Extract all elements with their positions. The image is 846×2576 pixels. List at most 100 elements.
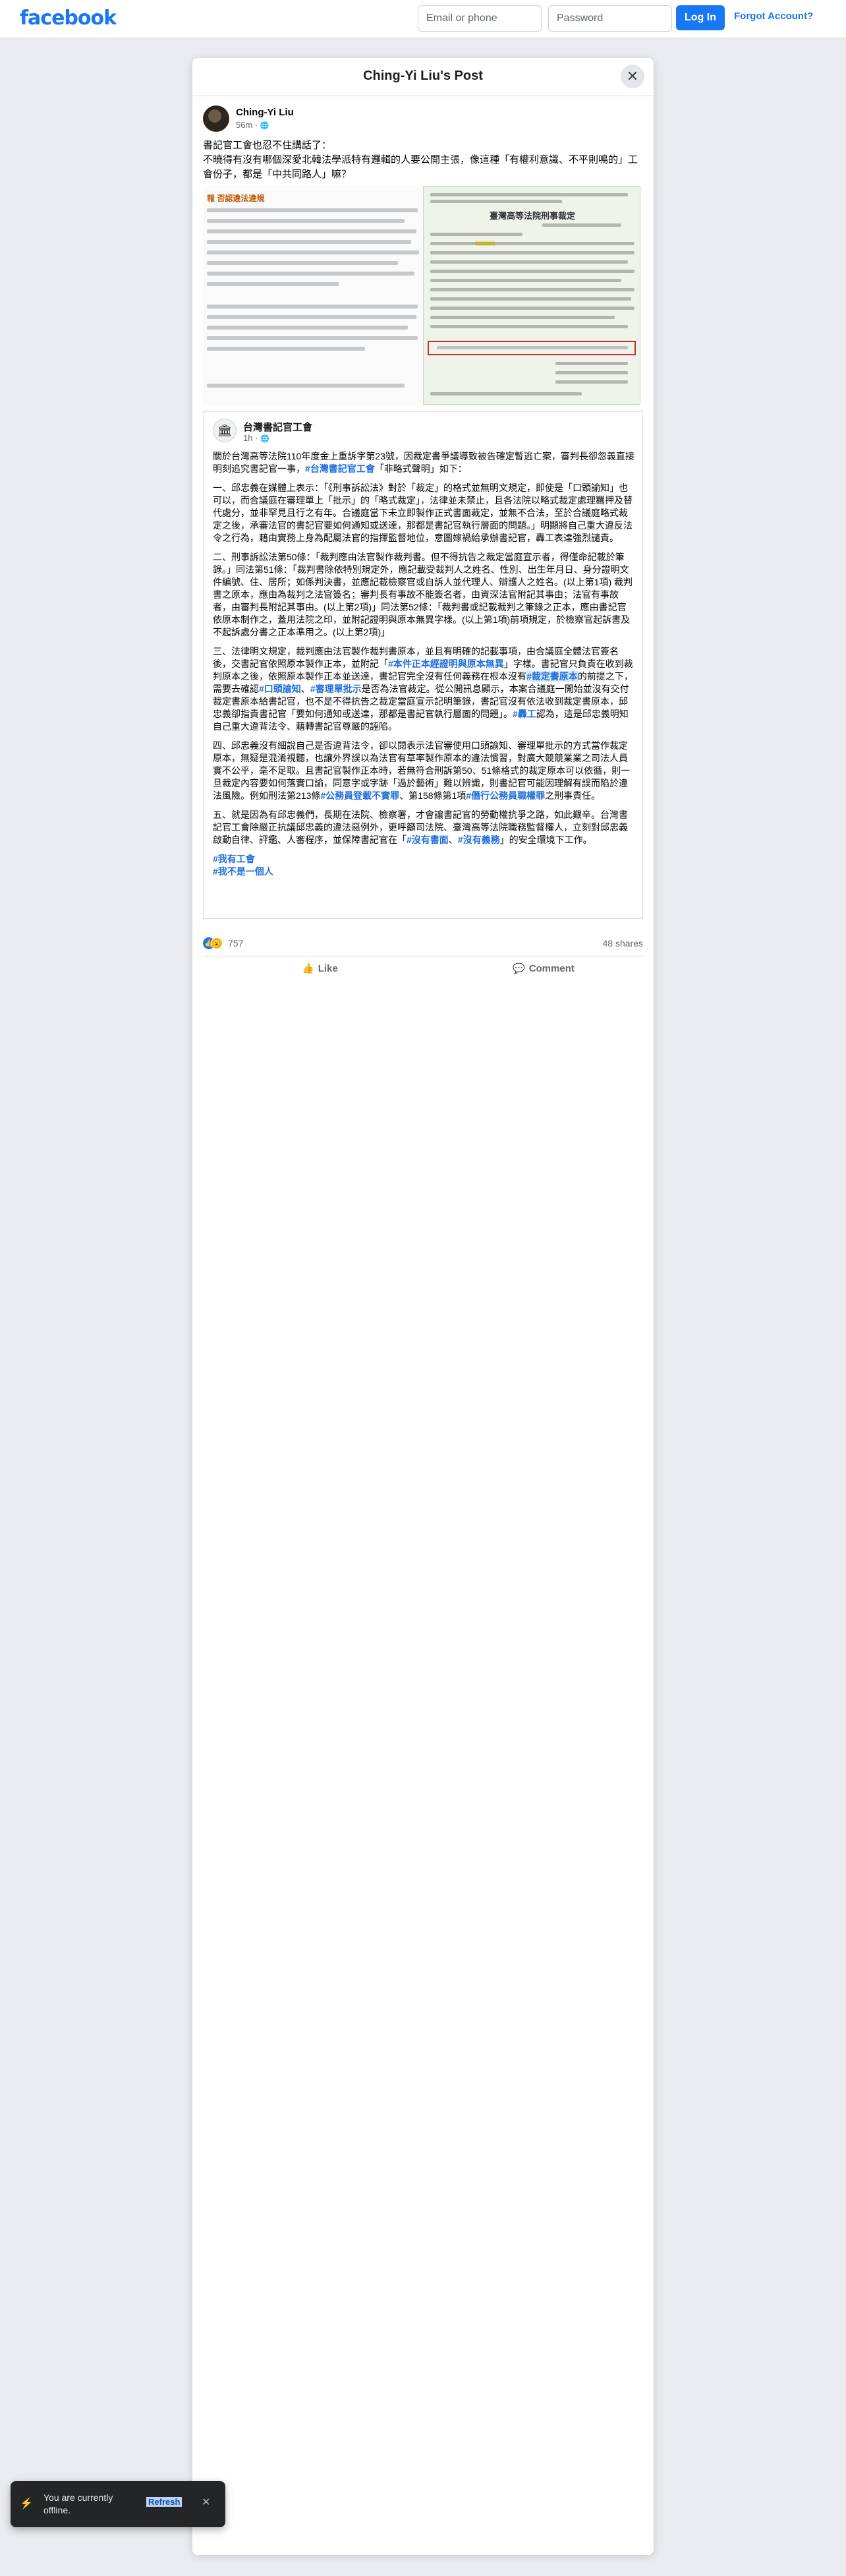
text: 、	[448, 834, 458, 845]
top-navigation-bar: facebook Email or phone Password Log In …	[0, 0, 846, 38]
post-action-bar: 👍 Like 💬 Comment	[203, 956, 643, 981]
news-article-screenshot: 報 否認違法違規	[203, 186, 427, 405]
text-line	[430, 233, 522, 236]
hashtag-link[interactable]: #台灣書記官工會	[305, 463, 375, 474]
globe-icon: 🌐	[260, 122, 269, 130]
shared-timestamp[interactable]: 1h · 🌐	[243, 433, 269, 443]
post-dialog: Ching-Yi Liu's Post ✕ Ching-Yi Liu 56m ·…	[192, 58, 654, 2555]
text-line	[555, 362, 628, 365]
text-line	[430, 193, 628, 196]
hashtag-link[interactable]: #審理單批示	[310, 684, 362, 694]
hashtag-link[interactable]: #轟工	[513, 709, 536, 719]
hashtag-link[interactable]: #本件正本經證明與原本無異	[388, 659, 504, 669]
offline-toast: ⚡ You are currently offline. Refresh ✕	[11, 2481, 225, 2527]
text-line	[430, 200, 562, 203]
text: 之刑事責任。	[545, 790, 601, 801]
close-icon[interactable]: ✕	[202, 2496, 210, 2509]
globe-icon: 🌐	[260, 435, 269, 443]
shared-post[interactable]: 🏛 台灣書記官工會 1h · 🌐 關於台灣高等法院110年度金上重訴字第23號，…	[203, 411, 643, 919]
text-line	[207, 305, 418, 308]
close-icon[interactable]: ✕	[621, 65, 644, 88]
hashtag-link[interactable]: #口頭諭知	[259, 684, 301, 694]
text: 「非略式聲明」如下：	[374, 463, 467, 474]
text-line	[207, 240, 411, 244]
text-line	[207, 336, 418, 340]
like-button[interactable]: 👍 Like	[302, 960, 338, 978]
hashtag-link[interactable]: #沒有書面	[407, 834, 449, 845]
hashtag-link[interactable]: #裁定書原本	[526, 671, 578, 682]
hashtag-link[interactable]: #公務員登載不實罪	[320, 790, 399, 801]
wifi-off-icon: ⚡	[20, 2498, 33, 2509]
text-line	[207, 219, 405, 223]
post-timestamp[interactable]: 56m · 🌐	[236, 120, 269, 130]
thumbs-up-icon: 👍	[302, 963, 314, 974]
hashtag-link[interactable]: #我有工會	[213, 853, 634, 865]
shared-author-name[interactable]: 台灣書記官工會	[243, 420, 312, 434]
reactions-summary[interactable]: 👍 😮 757 48 shares	[203, 936, 643, 952]
text: 、第158條第1項	[399, 790, 466, 801]
text-line	[207, 384, 405, 388]
text-line	[430, 316, 615, 319]
post-dialog-title: Ching-Yi Liu's Post	[363, 69, 483, 83]
article-heading: 報 否認違法違規	[207, 194, 265, 203]
login-button[interactable]: Log In	[676, 5, 725, 30]
footer-hashtags: #我有工會 #我不是一個人	[213, 853, 634, 878]
comment-icon: 💬	[513, 963, 525, 974]
text-line	[207, 272, 414, 276]
paragraph-5: 五、就是因為有邱忠義們，長期在法院、檢察署，才會讓書記官的勞動權抗爭之路，如此艱…	[213, 809, 634, 846]
union-avatar[interactable]: 🏛	[213, 419, 237, 442]
hashtag-link[interactable]: #僭行公務員職權罪	[466, 790, 545, 801]
text-line	[555, 380, 628, 384]
text: 」的安全環境下工作。	[499, 834, 592, 845]
forgot-account-link[interactable]: Forgot Account?	[734, 11, 813, 22]
post-dialog-header: Ching-Yi Liu's Post ✕	[192, 58, 654, 96]
text-line	[430, 288, 634, 291]
text-line	[207, 326, 408, 330]
text: 、	[300, 684, 310, 694]
author-avatar[interactable]	[203, 105, 229, 132]
text-line	[430, 260, 628, 264]
text-line	[207, 282, 339, 286]
text-line	[430, 325, 628, 328]
text-line	[207, 250, 419, 254]
text-line	[430, 279, 621, 282]
comment-label: Comment	[528, 963, 575, 974]
post-text-line: 書記官工會也忍不住講話了：	[203, 140, 332, 151]
email-field[interactable]: Email or phone	[418, 5, 542, 32]
text-line	[430, 307, 634, 310]
text-line	[207, 208, 418, 212]
paragraph-intro: 關於台灣高等法院110年度金上重訴字第23號，因裁定書爭議導致被告確定暫逃亡案，…	[213, 450, 634, 475]
text-line	[437, 346, 628, 349]
refresh-link[interactable]: Refresh	[146, 2497, 183, 2507]
post-text-line: 不曉得有沒有哪個深愛北韓法學派特有邏輯的人要公開主張，像這種「有權利意識、不平則…	[203, 154, 638, 180]
document-title: 臺灣高等法院刑事裁定	[489, 211, 575, 221]
author-name[interactable]: Ching-Yi Liu	[236, 107, 294, 118]
hashtag-link[interactable]: #我不是一個人	[213, 865, 634, 878]
password-field[interactable]: Password	[548, 5, 672, 32]
text-line	[207, 261, 398, 265]
text-line	[430, 251, 634, 254]
shared-post-body: 關於台灣高等法院110年度金上重訴字第23號，因裁定書爭議導致被告確定暫逃亡案，…	[213, 450, 634, 878]
facebook-logo[interactable]: facebook	[20, 7, 117, 30]
comment-button[interactable]: 💬 Comment	[513, 960, 575, 978]
share-count[interactable]: 48 shares	[603, 938, 643, 949]
post-time: 56m ·	[236, 120, 260, 130]
text-line	[430, 392, 582, 395]
text-line	[555, 371, 628, 374]
paragraph-1: 一、邱忠義在媒體上表示：「《刑事訴訟法》對於「裁定」的格式並無明文規定，即使是「…	[213, 483, 633, 543]
text-line	[207, 315, 416, 319]
paragraph-3: 三、法律明文規定，裁判應由法官製作裁判書原本，並且有明確的記載事項，由合議庭全體…	[213, 645, 634, 733]
post-text: 書記官工會也忍不住講話了： 不曉得有沒有哪個深愛北韓法學派特有邏輯的人要公開主張…	[203, 138, 643, 182]
text-line	[207, 229, 416, 233]
paragraph-4: 四、邱忠義沒有細說自己是否違背法令，卻以閱表示法官審使用口頭諭知、審理單批示的方…	[213, 740, 634, 802]
court-ruling-document: 臺灣高等法院刑事裁定	[423, 186, 640, 405]
text-line	[430, 297, 631, 301]
offline-message: You are currently offline.	[43, 2492, 113, 2515]
shared-post-image[interactable]: 報 否認違法違規 臺灣高等法院刑事裁定	[192, 186, 654, 405]
hashtag-link[interactable]: #沒有義務	[458, 834, 500, 845]
text-line	[430, 242, 634, 245]
shared-time: 1h ·	[243, 433, 261, 443]
text-line	[542, 223, 621, 227]
reaction-count[interactable]: 757	[228, 938, 243, 949]
like-label: Like	[318, 963, 338, 974]
